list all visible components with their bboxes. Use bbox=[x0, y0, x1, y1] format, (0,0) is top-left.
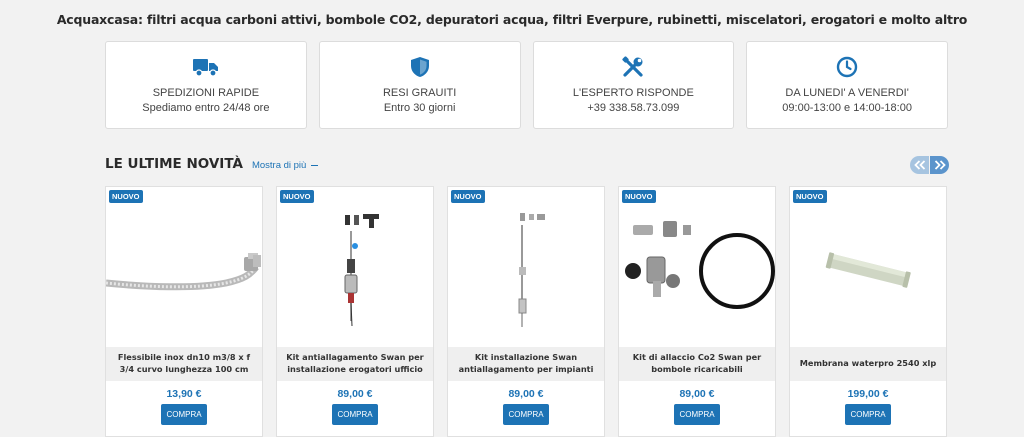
product-name[interactable]: Kit installazione Swan antiallagamento p… bbox=[448, 347, 604, 381]
feature-subtitle: Spediamo entro 24/48 ore bbox=[142, 102, 270, 114]
show-more-label: Mostra di più bbox=[251, 160, 307, 171]
new-badge: NUOVO bbox=[280, 190, 314, 203]
buy-button[interactable]: COMPRA bbox=[845, 404, 891, 425]
carousel-prev-button[interactable] bbox=[910, 156, 929, 174]
show-more-link[interactable]: Mostra di più bbox=[251, 160, 319, 171]
product-price: 199,00 € bbox=[847, 388, 889, 400]
clock-icon bbox=[834, 54, 860, 80]
feature-subtitle: 09:00-13:00 e 14:00-18:00 bbox=[782, 102, 912, 114]
feature-hours: DA LUNEDI' A VENERDI' 09:00-13:00 e 14:0… bbox=[746, 41, 948, 129]
product-name[interactable]: Flessibile inox dn10 m3/8 x f 3/4 curvo … bbox=[106, 347, 262, 381]
new-badge: NUOVO bbox=[622, 190, 656, 203]
product-price: 13,90 € bbox=[166, 388, 202, 400]
product-price: 89,00 € bbox=[508, 388, 544, 400]
product-image[interactable] bbox=[277, 201, 433, 346]
product-carousel: NUOVO Flessibile inox dn10 m3/8 x f 3/4 … bbox=[105, 186, 948, 437]
feature-subtitle: +39 338.58.73.099 bbox=[587, 102, 680, 114]
carousel-next-button[interactable] bbox=[930, 156, 949, 174]
product-name[interactable]: Kit antiallagamento Swan per installazio… bbox=[277, 347, 433, 381]
buy-button[interactable]: COMPRA bbox=[161, 404, 207, 425]
dash-icon bbox=[311, 164, 319, 167]
feature-returns: RESI GRAUITI Entro 30 giorni bbox=[318, 41, 521, 129]
double-chevron-left-icon bbox=[913, 160, 925, 170]
buy-button[interactable]: COMPRA bbox=[332, 404, 378, 425]
feature-title: DA LUNEDI' A VENERDI' bbox=[785, 87, 909, 99]
feature-shipping: SPEDIZIONI RAPIDE Spediamo entro 24/48 o… bbox=[105, 41, 307, 129]
feature-title: RESI GRAUITI bbox=[382, 87, 457, 99]
product-price: 89,00 € bbox=[337, 388, 373, 400]
product-name[interactable]: Membrana waterpro 2540 xlp bbox=[790, 347, 946, 381]
product-image[interactable] bbox=[790, 201, 946, 346]
buy-button[interactable]: COMPRA bbox=[503, 404, 549, 425]
product-card[interactable]: NUOVO Kit antiallagamento Swan per insta… bbox=[276, 186, 434, 437]
features-bar: SPEDIZIONI RAPIDE Spediamo entro 24/48 o… bbox=[105, 41, 948, 129]
tools-icon bbox=[620, 54, 646, 80]
product-name[interactable]: Kit di allaccio Co2 Swan per bombole ric… bbox=[619, 347, 775, 381]
product-price: 89,00 € bbox=[679, 388, 715, 400]
product-card[interactable]: NUOVO Kit installazione Swan antiallagam… bbox=[447, 186, 605, 437]
product-card[interactable]: NUOVO Kit di allaccio Co2 Swan per bombo… bbox=[618, 186, 776, 437]
site-tagline: Acquaxcasa: filtri acqua carboni attivi,… bbox=[56, 12, 968, 27]
double-chevron-right-icon bbox=[934, 160, 946, 170]
carousel-controls bbox=[910, 156, 949, 174]
product-card[interactable]: NUOVO Flessibile inox dn10 m3/8 x f 3/4 … bbox=[105, 186, 263, 437]
section-header: LE ULTIME NOVITÀ Mostra di più bbox=[105, 156, 319, 172]
product-card[interactable]: NUOVO Membrana waterpro 2540 xlp 199,00 … bbox=[789, 186, 947, 437]
product-image[interactable] bbox=[619, 201, 775, 346]
buy-button[interactable]: COMPRA bbox=[674, 404, 720, 425]
shield-icon bbox=[407, 54, 433, 80]
new-badge: NUOVO bbox=[451, 190, 485, 203]
product-image[interactable] bbox=[448, 201, 604, 346]
feature-title: L'ESPERTO RISPONDE bbox=[572, 87, 694, 99]
feature-title: SPEDIZIONI RAPIDE bbox=[152, 87, 260, 99]
product-image[interactable] bbox=[105, 201, 262, 346]
section-title: LE ULTIME NOVITÀ bbox=[105, 156, 243, 172]
new-badge: NUOVO bbox=[109, 190, 143, 203]
new-badge: NUOVO bbox=[793, 190, 827, 203]
feature-subtitle: Entro 30 giorni bbox=[383, 102, 456, 114]
feature-expert: L'ESPERTO RISPONDE +39 338.58.73.099 bbox=[532, 41, 735, 129]
truck-icon bbox=[192, 54, 219, 80]
